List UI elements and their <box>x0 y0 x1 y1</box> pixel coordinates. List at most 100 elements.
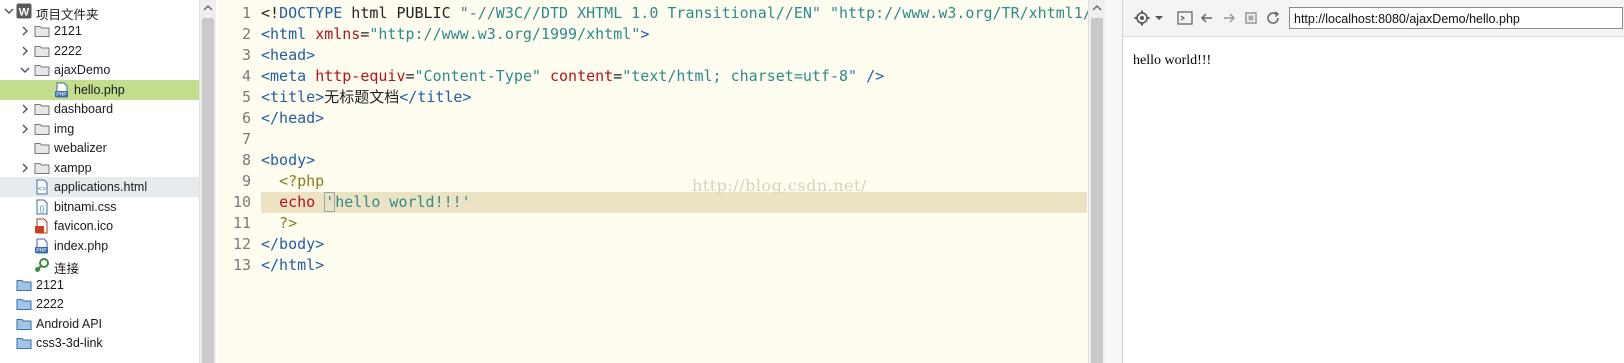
tree-item-label: 2222 <box>36 297 64 311</box>
code-token: 无标题文档 <box>324 88 400 106</box>
splitter[interactable] <box>1105 0 1122 363</box>
folder-icon <box>34 121 50 137</box>
code-line[interactable]: <?php <box>261 171 324 192</box>
line-number: 11 <box>232 214 251 232</box>
code-line[interactable]: <!DOCTYPE html PUBLIC "-//W3C//DTD XHTML… <box>261 3 1106 24</box>
line-number: 13 <box>232 256 251 274</box>
chevron-right-icon[interactable] <box>20 123 30 135</box>
code-token: <! <box>261 4 280 22</box>
line-number: 9 <box>241 172 251 190</box>
chevron-right-icon[interactable] <box>20 25 30 37</box>
tree-item-site[interactable]: 2121 <box>0 275 200 295</box>
svg-text:{}: {} <box>40 206 45 213</box>
chevron-down-icon[interactable] <box>20 64 30 76</box>
editor-scrollbar[interactable] <box>1088 0 1105 363</box>
tree-item-label: xampp <box>54 160 92 175</box>
tree-item-folder[interactable]: 2222 <box>0 41 200 61</box>
tree-scrollbar[interactable] <box>199 0 216 363</box>
tree-item-label: applications.html <box>54 180 148 194</box>
svg-text:W: W <box>19 7 30 19</box>
code-token: </title> <box>399 88 472 106</box>
folder-icon <box>34 140 50 156</box>
tree-item-connection[interactable]: 连接 <box>0 255 200 276</box>
code-line[interactable]: echo 'hello world!!!' <box>261 192 471 213</box>
code-token: "http://www.w3.org/TR/xhtml1/DTD/xhtml1-… <box>829 4 1106 22</box>
watermark-text: http://blog.csdn.net/ <box>692 176 867 195</box>
chevron-down-icon[interactable] <box>4 5 14 17</box>
tree-item-ico-file[interactable]: favicon.ico <box>0 216 200 236</box>
tree-item-php-file[interactable]: PHP hello.php <box>0 79 200 100</box>
refresh-icon[interactable] <box>1264 9 1282 27</box>
connection-icon <box>34 257 50 273</box>
scroll-up-arrow-icon[interactable] <box>200 0 216 16</box>
tree-item-site[interactable]: Android API <box>0 314 200 334</box>
code-editor[interactable]: 1 2 3 4 5 6 7 8 9 10 11 12 13 <!DOCTYPE html PUBLIC … <box>217 0 1106 363</box>
tree-item-label: css3-3d-link <box>36 336 103 350</box>
chevron-right-icon[interactable] <box>20 45 30 57</box>
forward-arrow-icon[interactable] <box>1220 9 1238 27</box>
tree-item-folder[interactable]: xampp <box>0 158 200 178</box>
code-line[interactable]: <meta http-equiv="Content-Type" content=… <box>261 66 884 87</box>
code-token: hello world!!!' <box>335 193 471 211</box>
tree-item-site[interactable]: 2222 <box>0 294 200 314</box>
tree-item-html-file[interactable]: <> applications.html <box>0 177 200 197</box>
line-number: 8 <box>241 151 251 169</box>
code-line[interactable]: ?> <box>261 213 297 234</box>
tree-item-php-file[interactable]: PHP index.php <box>0 236 200 256</box>
editor-scroll-thumb[interactable] <box>1091 18 1103 363</box>
gear-icon[interactable] <box>1133 9 1151 27</box>
stop-icon[interactable] <box>1242 9 1260 27</box>
back-arrow-icon[interactable] <box>1198 9 1216 27</box>
code-token: ?> <box>261 214 298 232</box>
code-line[interactable]: <head> <box>261 45 315 66</box>
code-token: "-//W3C//DTD XHTML 1.0 Transitional//EN" <box>459 4 821 22</box>
tree-item-folder[interactable]: dashboard <box>0 99 200 119</box>
console-icon[interactable] <box>1176 9 1194 27</box>
tree-item-label: img <box>54 121 75 136</box>
dropdown-arrow-icon[interactable] <box>1154 9 1164 27</box>
folder-icon <box>34 62 50 78</box>
tree-item-site[interactable]: css3-3d-link <box>0 333 200 353</box>
code-token: < <box>261 25 271 43</box>
tree-item-folder[interactable]: 2121 <box>0 21 200 41</box>
code-line[interactable]: </head> <box>261 108 324 129</box>
code-line[interactable]: </html> <box>261 255 324 276</box>
code-token: "Content-Type" <box>414 67 541 85</box>
code-token: = <box>405 67 415 85</box>
php-file-icon: PHP <box>34 238 50 254</box>
code-token: ' <box>324 192 336 212</box>
tree-item-label: 2121 <box>36 277 64 292</box>
svg-text:<>: <> <box>38 186 46 193</box>
code-line[interactable]: <html xmlns="http://www.w3.org/1999/xhtm… <box>261 24 649 45</box>
tree-item-folder[interactable]: ajaxDemo <box>0 60 200 80</box>
tree-root-row[interactable]: W 项目文件夹 <box>0 1 200 22</box>
line-number: 10 <box>232 193 251 211</box>
css-file-icon: {} <box>34 199 50 215</box>
code-token: html PUBLIC <box>342 4 460 22</box>
tree-item-css-file[interactable]: {} bitnami.css <box>0 197 200 217</box>
chevron-right-icon[interactable] <box>20 103 30 115</box>
code-token: content <box>550 67 614 85</box>
tree-scroll-thumb[interactable] <box>202 18 214 363</box>
line-number: 4 <box>241 67 251 85</box>
line-number: 1 <box>241 4 251 22</box>
address-bar-input[interactable]: http://localhost:8080/ajaxDemo/hello.php <box>1289 7 1623 29</box>
code-token: DOCTYPE <box>279 4 343 22</box>
file-tree-panel: W 项目文件夹 2121 2222 ajaxDemo PHP hello.php dash… <box>0 0 200 363</box>
code-line[interactable]: <title>无标题文档</title> <box>261 87 471 108</box>
folder-icon <box>34 101 50 117</box>
tree-item-folder[interactable]: img <box>0 119 200 139</box>
code-line[interactable]: </body> <box>261 234 324 255</box>
code-line[interactable]: <body> <box>261 150 315 171</box>
scroll-up-arrow-icon[interactable] <box>1089 0 1105 16</box>
chevron-right-icon[interactable] <box>20 162 30 174</box>
code-token: <meta <box>261 67 307 85</box>
code-token: http-equiv <box>315 67 406 85</box>
tree-item-folder[interactable]: webalizer <box>0 138 200 158</box>
code-token: <body> <box>261 151 316 169</box>
preview-toolbar: http://localhost:8080/ajaxDemo/hello.php <box>1123 0 1624 37</box>
code-token: </html> <box>261 256 325 274</box>
code-token: </body> <box>261 235 325 253</box>
